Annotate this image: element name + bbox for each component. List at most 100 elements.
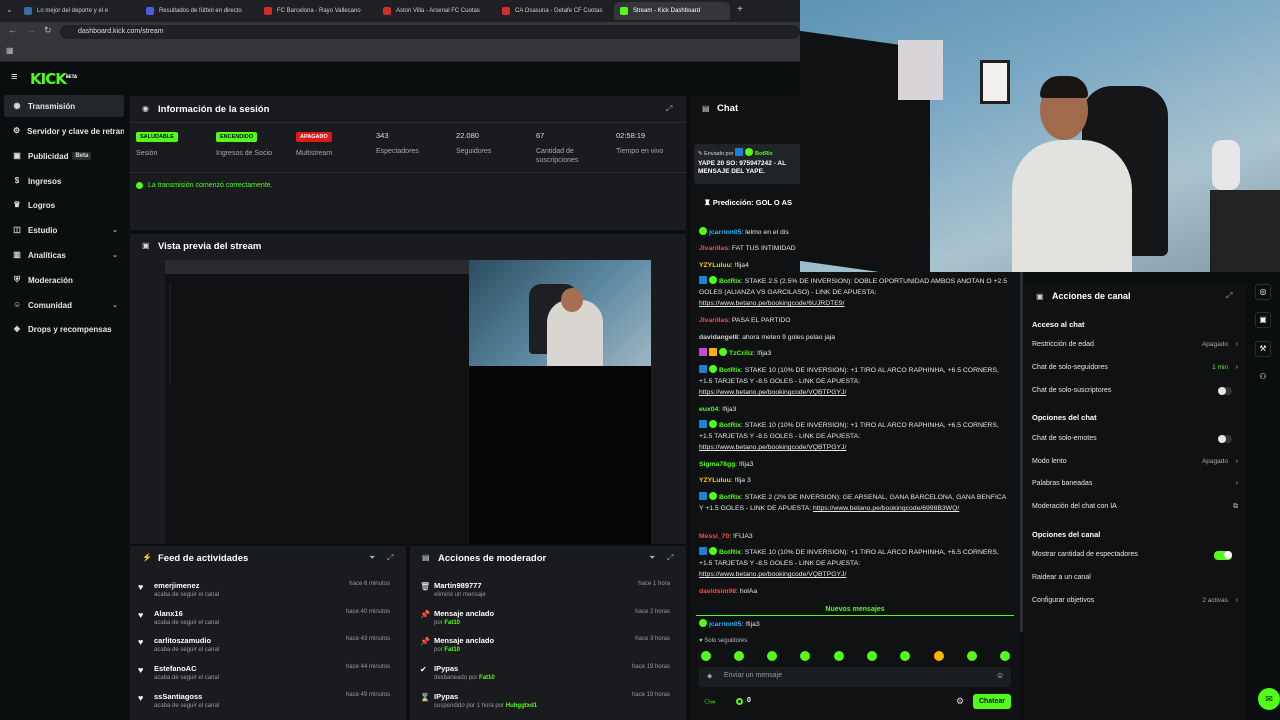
- feed-user[interactable]: ssSantiagoss: [154, 692, 202, 701]
- emoji-icon[interactable]: ☺: [996, 671, 1004, 680]
- forward-icon[interactable]: →: [27, 25, 36, 35]
- send-chat-button[interactable]: Chatear: [973, 694, 1011, 709]
- chat-username[interactable]: BotRix: [719, 422, 741, 429]
- emotes-only-toggle[interactable]: [1218, 435, 1232, 443]
- chat-username[interactable]: jcarrion05: [709, 621, 742, 628]
- browser-tab-active[interactable]: Stream - Kick Dashboard: [614, 2, 730, 20]
- chat-username[interactable]: Jlvarillas: [699, 245, 728, 252]
- banned-words-row[interactable]: Palabras baneadas ›: [1032, 480, 1238, 487]
- chat-link[interactable]: https://www.betano.pe/bookingcode/6998B3…: [813, 505, 959, 512]
- chat-username[interactable]: BotRix: [719, 367, 741, 374]
- chat-username[interactable]: davidsim98: [699, 588, 736, 595]
- sidebar-item-drops[interactable]: ◈ Drops y recompensas: [4, 318, 124, 340]
- chat-link[interactable]: https://www.betano.pe/bookingcode/VQBTPG…: [699, 571, 846, 578]
- sidebar-item-servidor[interactable]: ⚙ Servidor y clave de retransmisión: [4, 120, 124, 142]
- chat-link[interactable]: https://www.betano.pe/bookingcode/VQBTPG…: [699, 444, 846, 451]
- expand-icon[interactable]: ⤢: [666, 104, 672, 114]
- mod-target[interactable]: Martin989777: [434, 581, 482, 590]
- emote-icon[interactable]: [900, 651, 910, 661]
- rail-people-icon[interactable]: ⚇: [1255, 370, 1271, 386]
- chat-username[interactable]: BotRix: [719, 494, 741, 501]
- new-tab-button[interactable]: +: [737, 4, 743, 15]
- sidebar-item-estudio[interactable]: ◫ Estudio ⌄: [4, 219, 124, 241]
- chat-username[interactable]: BotRix: [719, 278, 741, 285]
- sidebar-item-moderacion[interactable]: ⛨ Moderación: [4, 269, 124, 291]
- chat-username[interactable]: Sigma78gg: [699, 461, 735, 468]
- browser-tab[interactable]: CA Osasuna - Getafe CF Cuotas: [496, 2, 610, 20]
- new-messages-divider[interactable]: Nuevos mensajes: [696, 606, 1014, 616]
- hamburger-icon[interactable]: ≡: [11, 71, 17, 83]
- feed-user[interactable]: emerjimenez: [154, 581, 199, 590]
- browser-tab[interactable]: FC Barcelona - Rayo Vallecano: [258, 2, 372, 20]
- mod-by[interactable]: Fat10: [444, 620, 460, 626]
- viewer-count-toggle[interactable]: [1214, 551, 1232, 560]
- emote-icon[interactable]: [800, 651, 810, 661]
- ai-moderation-row[interactable]: Moderación del chat con IA ⧉: [1032, 503, 1238, 510]
- stream-video[interactable]: [165, 260, 651, 544]
- emote-icon[interactable]: [934, 651, 944, 661]
- feed-user[interactable]: carlitoszamudio: [154, 636, 211, 645]
- emotes-only-row[interactable]: Chat de solo-emotes: [1032, 435, 1238, 443]
- back-icon[interactable]: ←: [8, 25, 17, 35]
- feed-user[interactable]: EstefanoAC: [154, 664, 197, 673]
- viewer-count-row[interactable]: Mostrar cantidad de espectadores: [1032, 551, 1238, 560]
- mod-target[interactable]: IPypas: [434, 664, 458, 673]
- prediction-bar[interactable]: ♜ Predicción: GOL O AS: [694, 194, 804, 212]
- slow-mode-row[interactable]: Modo lento Apagado ›: [1032, 458, 1238, 465]
- apps-icon[interactable]: ▦: [6, 46, 14, 55]
- followers-only-row[interactable]: Chat de solo-seguidores 1 min ›: [1032, 364, 1238, 371]
- tab-search-icon[interactable]: ⌄: [6, 5, 13, 14]
- mod-by[interactable]: Fat10: [479, 675, 495, 681]
- sidebar-item-logros[interactable]: ♛ Logros: [4, 194, 124, 216]
- emote-icon[interactable]: [1000, 651, 1010, 661]
- emote-icon[interactable]: [734, 651, 744, 661]
- sidebar-item-transmision[interactable]: ◉ Transmisión: [4, 95, 124, 117]
- chat-input[interactable]: ◈ Enviar un mensaje ☺: [699, 667, 1011, 687]
- mod-by[interactable]: Fat10: [444, 647, 460, 653]
- chat-username[interactable]: YZYLuluu: [699, 262, 731, 269]
- pinned-message[interactable]: ✎ Enviado por BotRix YAPE 20 SO: 9759472…: [694, 144, 804, 184]
- chat-username[interactable]: Messi_70: [699, 533, 729, 540]
- rail-panel-icon[interactable]: ▣: [1255, 312, 1271, 328]
- raid-row[interactable]: Raidear a un canal: [1032, 574, 1238, 581]
- sidebar-item-comunidad[interactable]: ☺ Comunidad ⌄: [4, 294, 124, 316]
- mod-target[interactable]: IPypas: [434, 692, 458, 701]
- emote-icon[interactable]: [767, 651, 777, 661]
- support-chat-button[interactable]: ✉: [1258, 688, 1280, 710]
- emote-icon[interactable]: [867, 651, 877, 661]
- emote-icon[interactable]: [834, 651, 844, 661]
- chat-username[interactable]: jcarrion05: [709, 229, 742, 236]
- sidebar-item-publicidad[interactable]: ▣ Publicidad Beta: [4, 145, 124, 167]
- expand-icon[interactable]: ⤢: [387, 553, 393, 563]
- kick-logo[interactable]: KICKBETA: [30, 70, 77, 88]
- feed-user[interactable]: Alanx16: [154, 609, 183, 618]
- chat-username[interactable]: YZYLuluu: [699, 477, 731, 484]
- chat-username[interactable]: Jlvarillas: [699, 317, 728, 324]
- chat-username[interactable]: davidangel8: [699, 334, 738, 341]
- filter-icon[interactable]: ⏷: [369, 553, 375, 563]
- mod-target[interactable]: Mensaje anclado: [434, 609, 494, 618]
- settings-gear-icon[interactable]: ⚙: [956, 696, 964, 707]
- chat-link[interactable]: https://www.betano.pe/bookingcode/6UJRDT…: [699, 300, 844, 307]
- chat-username[interactable]: eux04: [699, 406, 718, 413]
- browser-tab[interactable]: Aston Villa - Arsenal FC Cuotas: [377, 2, 491, 20]
- chat-link[interactable]: https://www.betano.pe/bookingcode/VQBTPG…: [699, 389, 846, 396]
- rail-hammer-icon[interactable]: ⚒: [1255, 341, 1271, 357]
- chat-username[interactable]: TzCriliz: [729, 350, 753, 357]
- mod-target[interactable]: Mensaje anclado: [434, 636, 494, 645]
- subs-only-row[interactable]: Chat de solo-suscriptores: [1032, 387, 1238, 395]
- browser-tab[interactable]: Resultados de fútbol en directo: [140, 2, 254, 20]
- chat-username[interactable]: BotRix: [719, 549, 741, 556]
- sidebar-item-analiticas[interactable]: ▥ Analíticas ⌄: [4, 244, 124, 266]
- reload-icon[interactable]: ↻: [44, 25, 52, 36]
- emote-icon[interactable]: [701, 651, 711, 661]
- browser-tab[interactable]: Lo mejor del deporte y el e: [18, 2, 136, 20]
- expand-icon[interactable]: ⤢: [667, 553, 673, 563]
- url-input[interactable]: dashboard.kick.com/stream: [60, 25, 800, 39]
- subs-only-toggle[interactable]: [1218, 387, 1232, 395]
- filter-icon[interactable]: ⏷: [649, 553, 655, 563]
- rail-target-icon[interactable]: ◎: [1255, 284, 1271, 300]
- emote-icon[interactable]: [967, 651, 977, 661]
- sidebar-item-ingresos[interactable]: $ Ingresos: [4, 170, 124, 192]
- expand-icon[interactable]: ⤢: [1226, 291, 1232, 301]
